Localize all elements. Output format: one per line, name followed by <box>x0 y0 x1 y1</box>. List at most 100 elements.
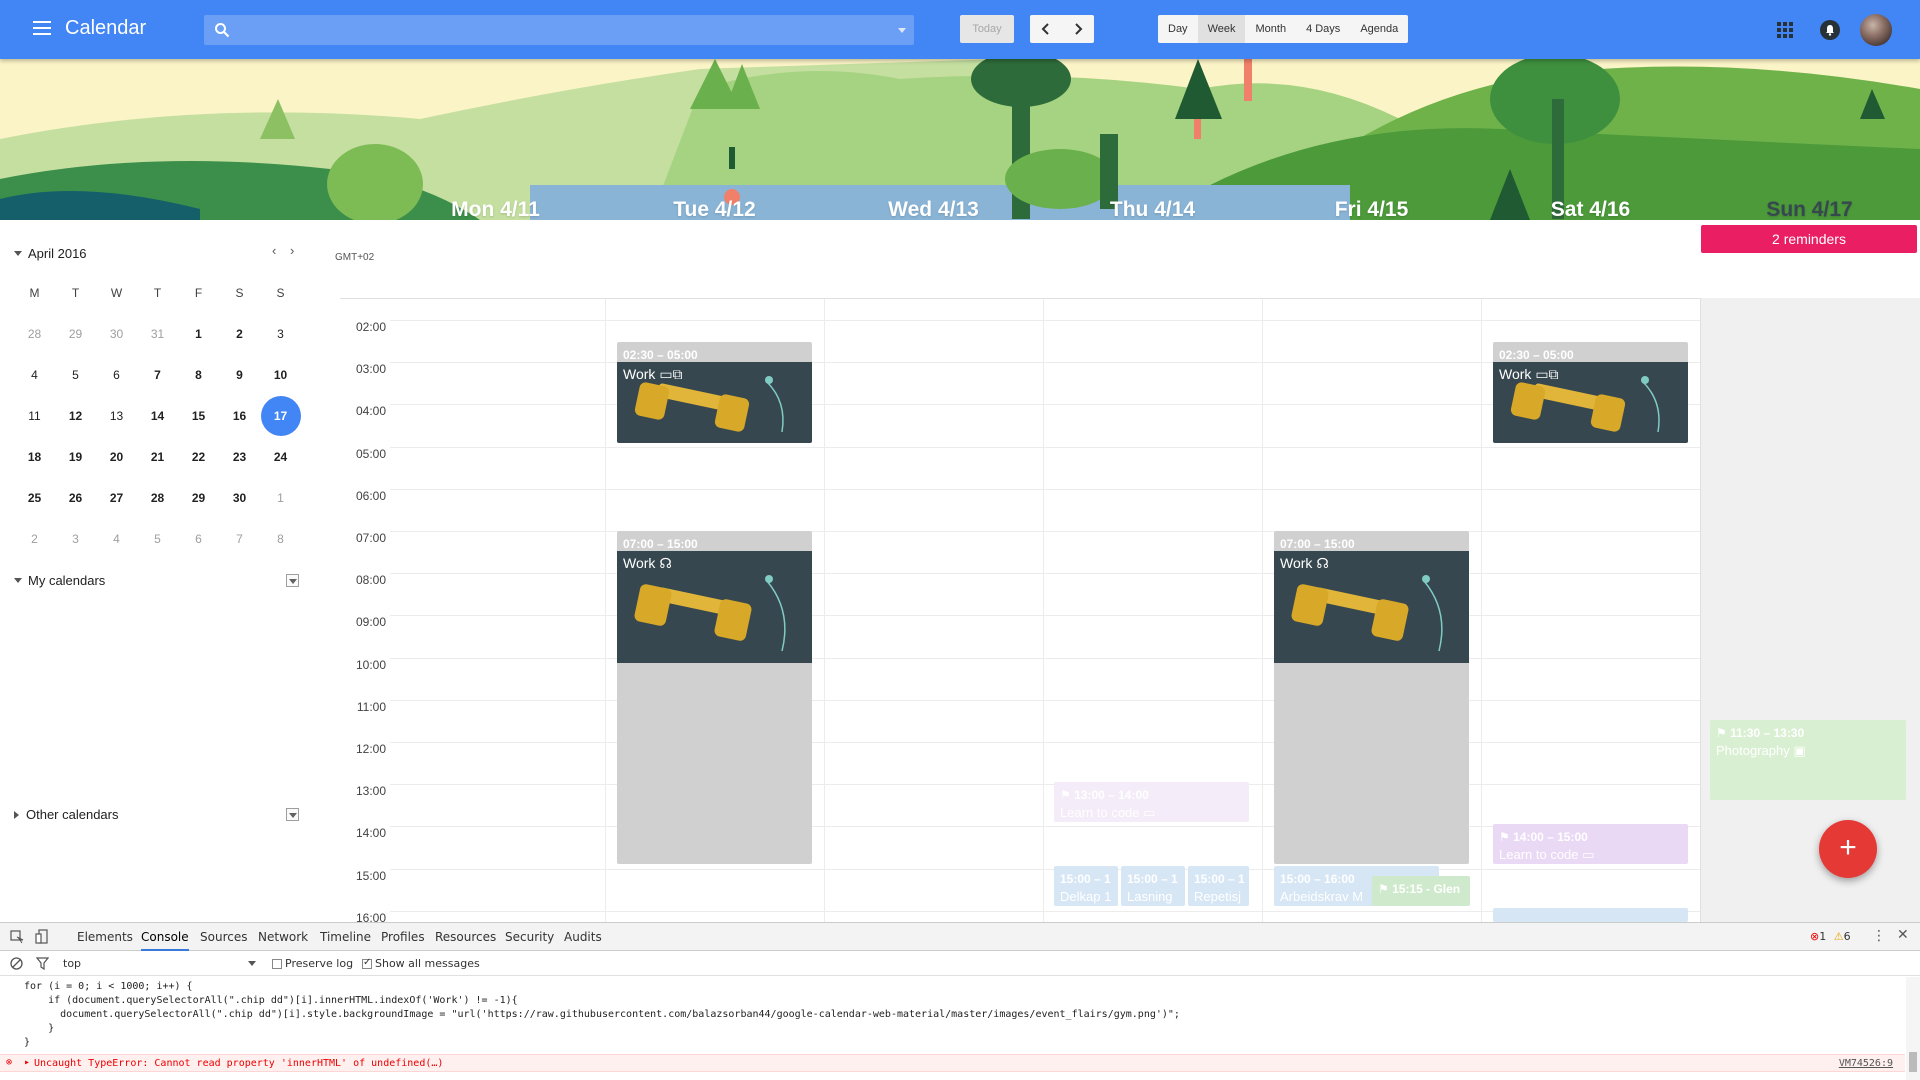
mini-calendar-day[interactable]: 10 <box>260 368 301 382</box>
mini-calendar-day[interactable]: 31 <box>137 327 178 341</box>
mini-calendar-day[interactable]: 13 <box>96 409 137 423</box>
previous-week-button[interactable] <box>1030 15 1062 43</box>
inspect-element-icon[interactable] <box>10 930 24 944</box>
mini-calendar-day[interactable]: 30 <box>96 327 137 341</box>
error-source-link[interactable]: VM74526:9 <box>1839 1058 1893 1069</box>
mini-calendar-day[interactable]: 21 <box>137 450 178 464</box>
devtools-tab-security[interactable]: Security <box>505 923 554 951</box>
devtools-tab-sources[interactable]: Sources <box>200 923 247 951</box>
mini-calendar-day[interactable]: 22 <box>178 450 219 464</box>
search-bar[interactable] <box>204 15 914 45</box>
context-select[interactable]: top <box>63 957 81 970</box>
mini-calendar-day[interactable]: 11 <box>14 409 55 423</box>
next-week-button[interactable] <box>1062 15 1094 43</box>
event-thu-lasning[interactable]: 15:00 – 1 Lasning <box>1121 866 1185 906</box>
mini-calendar-day[interactable]: 3 <box>260 327 301 341</box>
mini-calendar-prev-icon[interactable]: ‹ <box>272 243 276 258</box>
view-day-button[interactable]: Day <box>1158 15 1198 43</box>
mini-calendar-day[interactable]: 9 <box>219 368 260 382</box>
day-header-sun[interactable]: Sun 4/17 <box>1700 198 1919 222</box>
mini-calendar-day[interactable]: 23 <box>219 450 260 464</box>
mini-calendar-next-icon[interactable]: › <box>290 243 294 258</box>
mini-calendar-day[interactable]: 1 <box>260 491 301 505</box>
create-event-button[interactable]: + <box>1819 820 1877 878</box>
view-4days-button[interactable]: 4 Days <box>1296 15 1350 43</box>
search-input[interactable] <box>240 19 860 41</box>
event-work-tue-early[interactable]: 02:30 – 05:00 Work ▭⧉ <box>617 342 812 443</box>
event-photography-sun[interactable]: ⚑ 11:30 – 13:30 Photography ▣ <box>1710 720 1906 800</box>
mini-calendar-day[interactable]: 1 <box>178 327 219 341</box>
mini-calendar-day[interactable]: 29 <box>178 491 219 505</box>
mini-calendar-day[interactable]: 24 <box>260 450 301 464</box>
menu-icon[interactable] <box>30 18 54 42</box>
notifications-bell-icon[interactable] <box>1820 20 1840 40</box>
devtools-tab-network[interactable]: Network <box>258 923 308 951</box>
mini-calendar-day[interactable]: 12 <box>55 409 96 423</box>
today-button[interactable]: Today <box>960 15 1014 43</box>
day-header-wed[interactable]: Wed 4/13 <box>824 198 1043 222</box>
devtools-tab-elements[interactable]: Elements <box>77 923 133 951</box>
mini-calendar-day[interactable]: 20 <box>96 450 137 464</box>
search-options-dropdown-icon[interactable] <box>898 28 906 33</box>
mini-calendar-day[interactable]: 30 <box>219 491 260 505</box>
mini-calendar-day[interactable]: 3 <box>55 532 96 546</box>
devtools-tab-console[interactable]: Console <box>141 923 189 951</box>
event-learn-code-thu[interactable]: ⚑ 13:00 – 14:00 Learn to code ▭ <box>1054 782 1249 822</box>
view-month-button[interactable]: Month <box>1245 15 1296 43</box>
day-header-fri[interactable]: Fri 4/15 <box>1262 198 1481 222</box>
sunday-column-today[interactable] <box>1700 298 1920 922</box>
day-header-tue[interactable]: Tue 4/12 <box>605 198 824 222</box>
mini-calendar-day[interactable]: 4 <box>14 368 55 382</box>
day-header-mon[interactable]: Mon 4/11 <box>386 198 605 222</box>
mini-calendar-day[interactable]: 2 <box>219 327 260 341</box>
more-options-icon[interactable]: ⋮ <box>1872 928 1886 944</box>
clear-console-icon[interactable] <box>10 957 23 970</box>
mini-calendar-day[interactable]: 5 <box>55 368 96 382</box>
mini-calendar-day[interactable]: 8 <box>178 368 219 382</box>
mini-calendar-day[interactable]: 16 <box>219 409 260 423</box>
preserve-log-checkbox[interactable]: Preserve log <box>272 957 353 970</box>
mini-calendar-day[interactable]: 26 <box>55 491 96 505</box>
reminders-chip[interactable]: 2 reminders <box>1701 225 1917 253</box>
device-mode-icon[interactable] <box>35 929 49 945</box>
filter-icon[interactable] <box>36 957 49 970</box>
view-week-button[interactable]: Week <box>1197 15 1246 43</box>
mini-calendar-day[interactable]: 28 <box>137 491 178 505</box>
day-header-sat[interactable]: Sat 4/16 <box>1481 198 1700 222</box>
event-sat-next[interactable] <box>1493 908 1688 922</box>
my-calendars-menu-dropdown-icon[interactable] <box>286 574 299 587</box>
devtools-tab-timeline[interactable]: Timeline <box>320 923 371 951</box>
console-error-row[interactable]: ⊗ ▸ Uncaught TypeError: Cannot read prop… <box>0 1054 1905 1072</box>
close-devtools-icon[interactable]: ✕ <box>1897 927 1909 943</box>
mini-calendar-day[interactable]: 29 <box>55 327 96 341</box>
mini-calendar-today[interactable]: 17 <box>260 395 301 436</box>
apps-grid-icon[interactable] <box>1777 22 1793 38</box>
event-thu-delkap[interactable]: 15:00 – 1 Delkap 1 <box>1054 866 1118 906</box>
mini-calendar-day[interactable]: 14 <box>137 409 178 423</box>
mini-calendar-day[interactable]: 7 <box>219 532 260 546</box>
mini-calendar-day[interactable]: 6 <box>178 532 219 546</box>
event-work-fri[interactable]: 07:00 – 15:00 Work ☊ <box>1274 531 1469 864</box>
mini-calendar-day[interactable]: 7 <box>137 368 178 382</box>
mini-calendar-day[interactable]: 2 <box>14 532 55 546</box>
mini-calendar-day[interactable]: 8 <box>260 532 301 546</box>
devtools-tab-audits[interactable]: Audits <box>564 923 602 951</box>
expand-arrow-icon[interactable]: ▸ <box>24 1057 30 1068</box>
event-thu-repetisj[interactable]: 15:00 – 1 Repetisj <box>1188 866 1249 906</box>
my-calendars-toggle[interactable]: My calendars <box>14 573 105 588</box>
event-work-sat-early[interactable]: 02:30 – 05:00 Work ▭⧉ <box>1493 342 1688 443</box>
other-calendars-toggle[interactable]: Other calendars <box>14 807 119 822</box>
mini-calendar-day[interactable]: 4 <box>96 532 137 546</box>
context-dropdown-icon[interactable] <box>248 961 256 966</box>
mini-calendar-day[interactable]: 28 <box>14 327 55 341</box>
issue-counters[interactable]: ⊗1 ⚠6 <box>1810 930 1851 943</box>
other-calendars-menu-dropdown-icon[interactable] <box>286 808 299 821</box>
devtools-tab-resources[interactable]: Resources <box>435 923 496 951</box>
event-fri-glen[interactable]: ⚑ 15:15 - Glen <box>1372 876 1470 906</box>
mini-calendar-day[interactable]: 15 <box>178 409 219 423</box>
event-work-tue[interactable]: 07:00 – 15:00 Work ☊ <box>617 531 812 864</box>
mini-calendar-day[interactable]: 18 <box>14 450 55 464</box>
show-all-messages-checkbox[interactable]: Show all messages <box>362 957 480 970</box>
console-output[interactable]: for (i = 0; i < 1000; i++) { if (documen… <box>0 977 1905 1080</box>
view-agenda-button[interactable]: Agenda <box>1350 15 1408 43</box>
